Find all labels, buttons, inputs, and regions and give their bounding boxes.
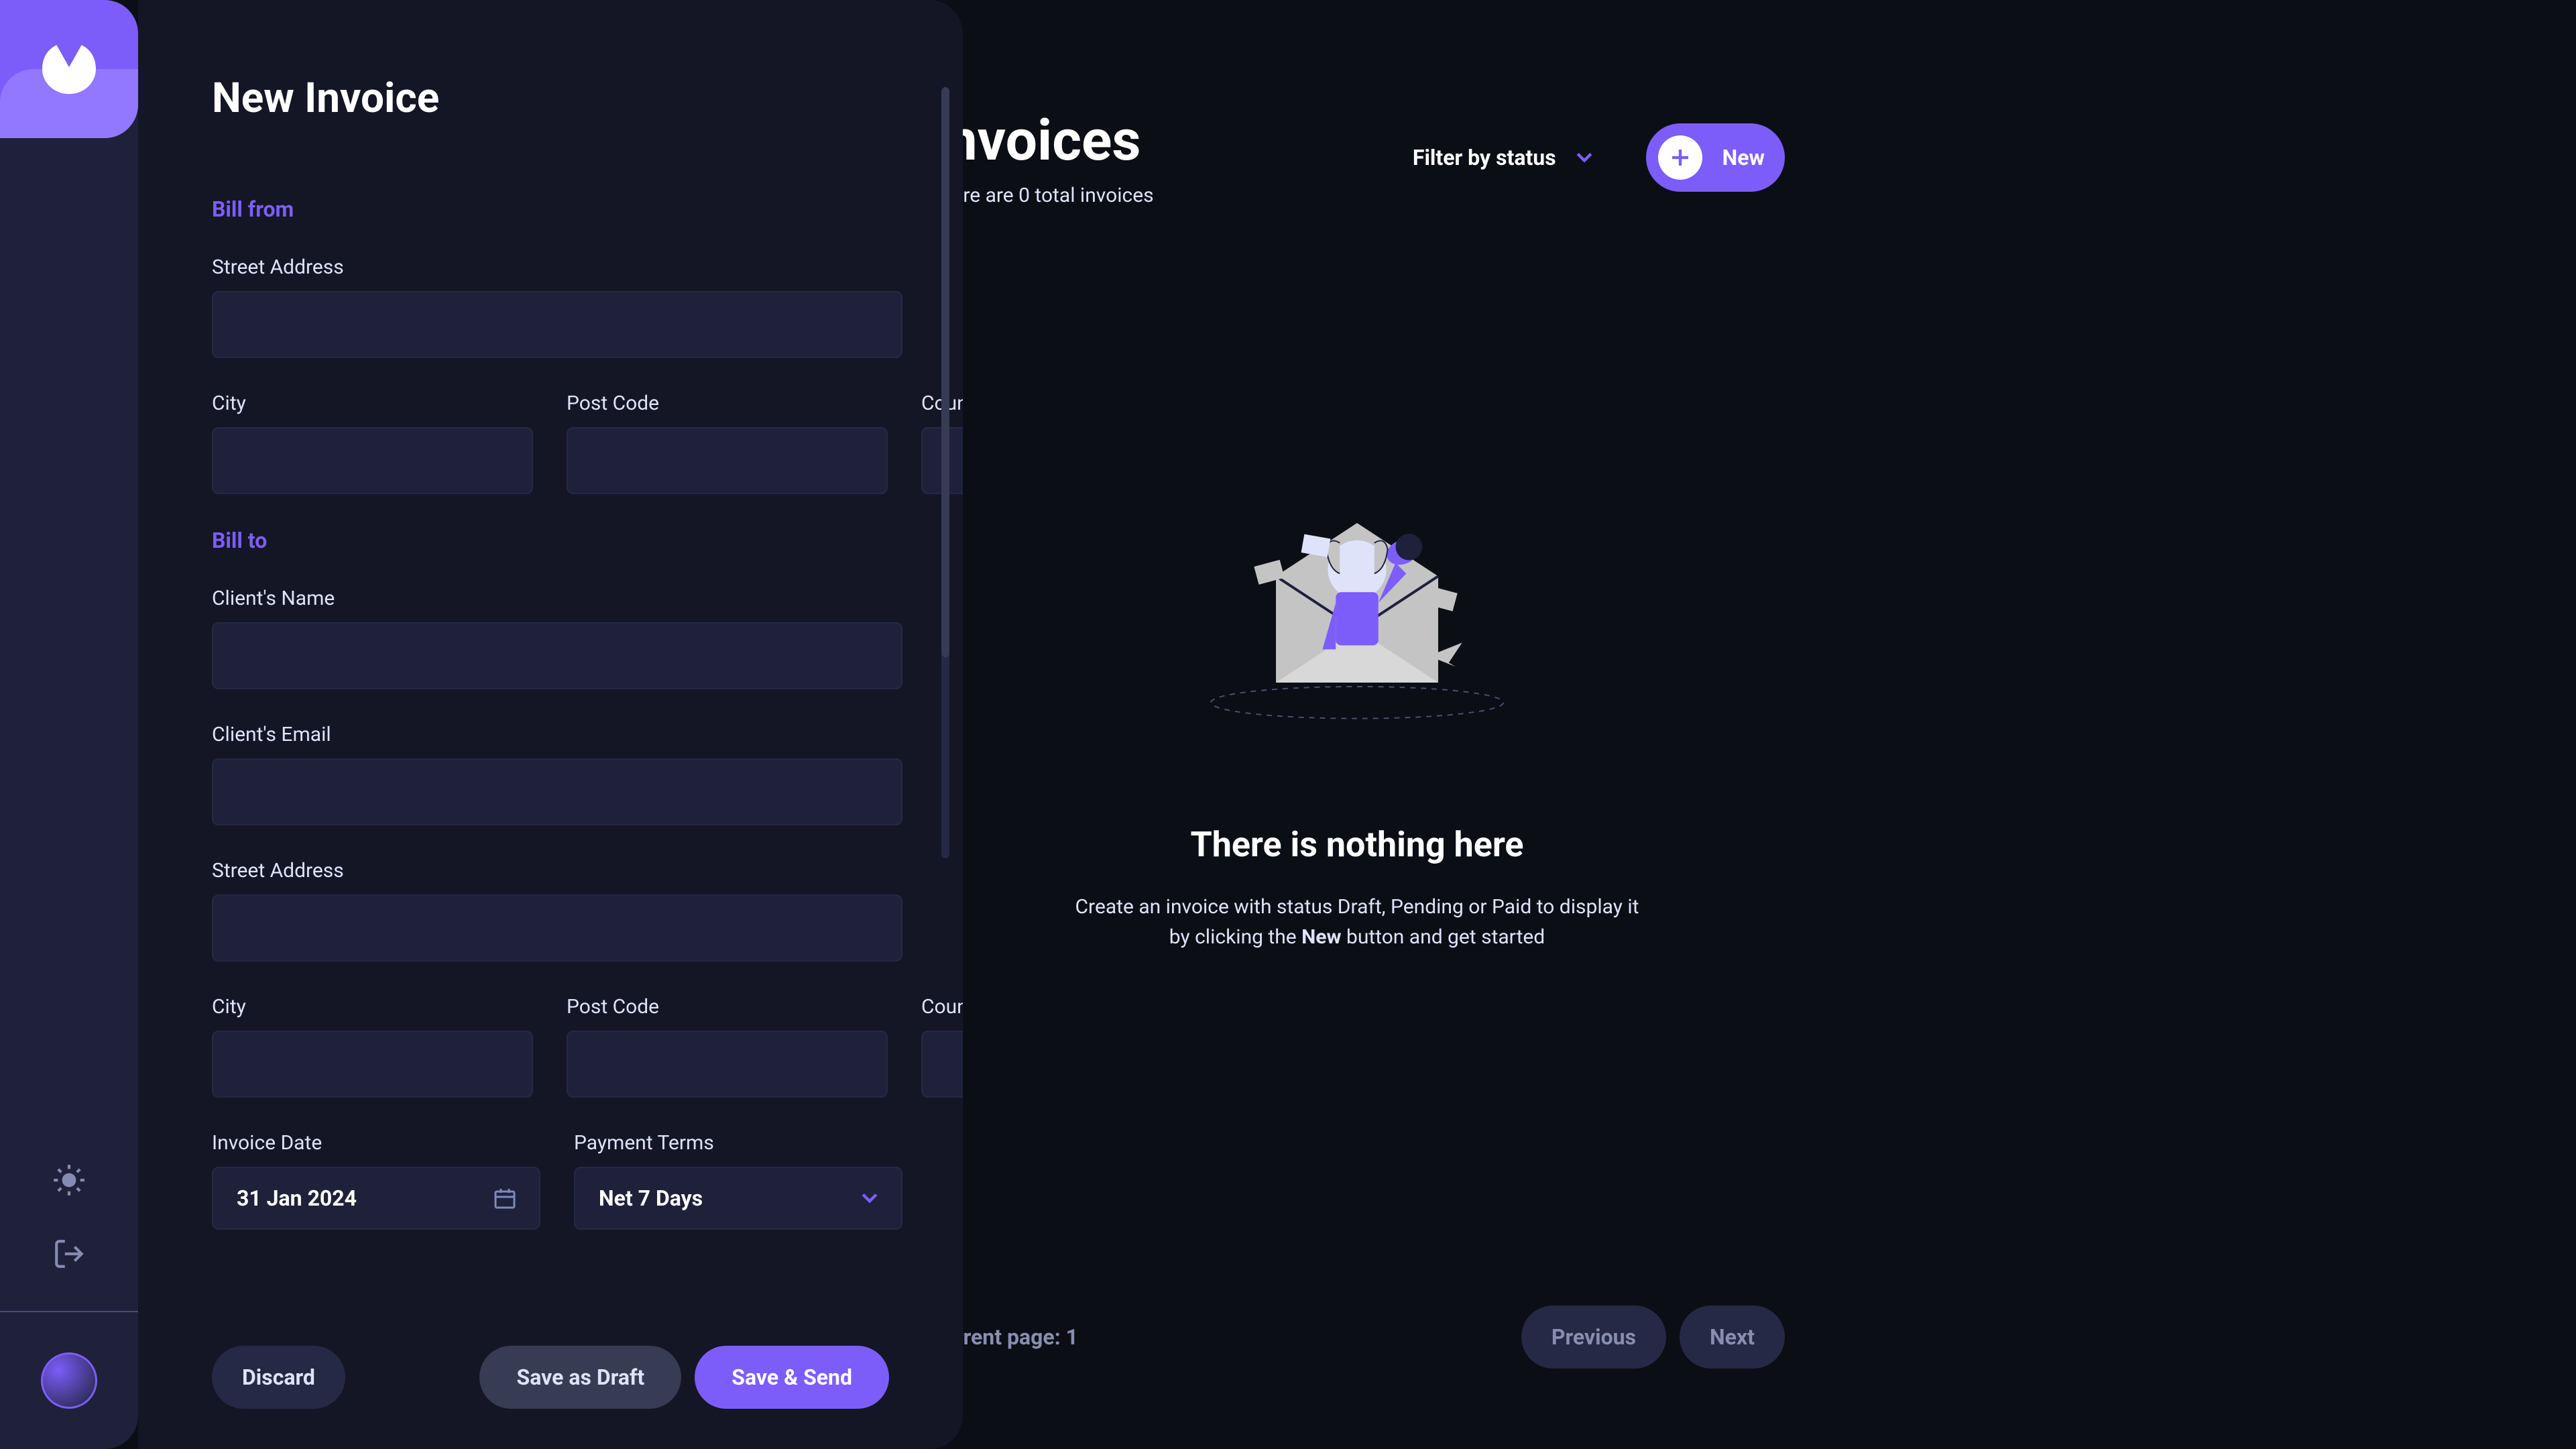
sidebar xyxy=(0,0,138,1449)
bill-to-city-input[interactable] xyxy=(212,1031,533,1098)
save-send-button[interactable]: Save & Send xyxy=(695,1346,889,1409)
empty-state: There is nothing here Create an invoice … xyxy=(929,462,1785,952)
filter-label: Filter by status xyxy=(1413,145,1556,170)
header: Invoices There are 0 total invoices Filt… xyxy=(929,107,1785,207)
chevron-down-icon xyxy=(1576,152,1592,163)
bill-to-section-title: Bill to xyxy=(212,528,902,553)
avatar[interactable] xyxy=(41,1352,97,1409)
bill-to-email-label: Client's Email xyxy=(212,723,902,746)
calendar-icon xyxy=(494,1187,516,1209)
next-button[interactable]: Next xyxy=(1680,1306,1785,1369)
bill-from-postcode-label: Post Code xyxy=(567,392,888,415)
bill-to-street-input[interactable] xyxy=(212,894,902,962)
plus-icon xyxy=(1672,150,1688,166)
bill-to-name-label: Client's Name xyxy=(212,587,902,610)
empty-title: There is nothing here xyxy=(1191,824,1524,865)
theme-toggle-icon[interactable] xyxy=(52,1163,86,1197)
bill-to-street-label: Street Address xyxy=(212,859,902,882)
pagination: Current page: 1 Previous Next xyxy=(929,1306,1785,1369)
discard-button[interactable]: Discard xyxy=(212,1346,345,1409)
payment-terms-select[interactable]: Net 7 Days xyxy=(574,1167,902,1230)
new-button[interactable]: New xyxy=(1646,123,1785,192)
previous-button[interactable]: Previous xyxy=(1521,1306,1666,1369)
bill-to-country-input[interactable] xyxy=(921,1031,963,1098)
page-title: Invoices xyxy=(929,107,1154,174)
bill-from-street-input[interactable] xyxy=(212,291,902,358)
page-subtitle: There are 0 total invoices xyxy=(929,184,1154,207)
payment-terms-value: Net 7 Days xyxy=(599,1185,703,1211)
invoice-date-value: 31 Jan 2024 xyxy=(237,1185,357,1211)
new-button-label: New xyxy=(1722,145,1765,170)
bill-to-country-label: Country xyxy=(921,995,963,1019)
logo-icon xyxy=(42,42,96,96)
save-draft-button[interactable]: Save as Draft xyxy=(479,1346,681,1409)
new-invoice-drawer: New Invoice Bill from Street Address Cit… xyxy=(138,0,963,1449)
bill-from-city-input[interactable] xyxy=(212,427,533,494)
bill-from-section-title: Bill from xyxy=(212,196,902,222)
logo[interactable] xyxy=(0,0,138,138)
bill-from-postcode-input[interactable] xyxy=(567,427,888,494)
invoice-date-label: Invoice Date xyxy=(212,1131,540,1155)
bill-to-postcode-input[interactable] xyxy=(567,1031,888,1098)
bill-from-city-label: City xyxy=(212,392,533,415)
bill-to-city-label: City xyxy=(212,995,533,1019)
filter-button[interactable]: Filter by status xyxy=(1413,145,1592,170)
bill-to-postcode-label: Post Code xyxy=(567,995,888,1019)
drawer-title: New Invoice xyxy=(212,74,902,123)
empty-text: Create an invoice with status Draft, Pen… xyxy=(1072,892,1642,952)
new-button-circle xyxy=(1658,135,1702,180)
empty-illustration xyxy=(1196,462,1518,744)
bill-to-name-input[interactable] xyxy=(212,622,902,689)
scrollbar[interactable] xyxy=(941,87,949,858)
payment-terms-label: Payment Terms xyxy=(574,1131,902,1155)
drawer-footer: Discard Save as Draft Save & Send xyxy=(138,1306,963,1449)
invoice-date-input[interactable]: 31 Jan 2024 xyxy=(212,1167,540,1230)
sidebar-divider xyxy=(0,1311,138,1312)
logout-icon[interactable] xyxy=(52,1237,86,1271)
bill-from-street-label: Street Address xyxy=(212,255,902,279)
chevron-down-icon xyxy=(862,1193,878,1204)
bill-to-email-input[interactable] xyxy=(212,758,902,825)
